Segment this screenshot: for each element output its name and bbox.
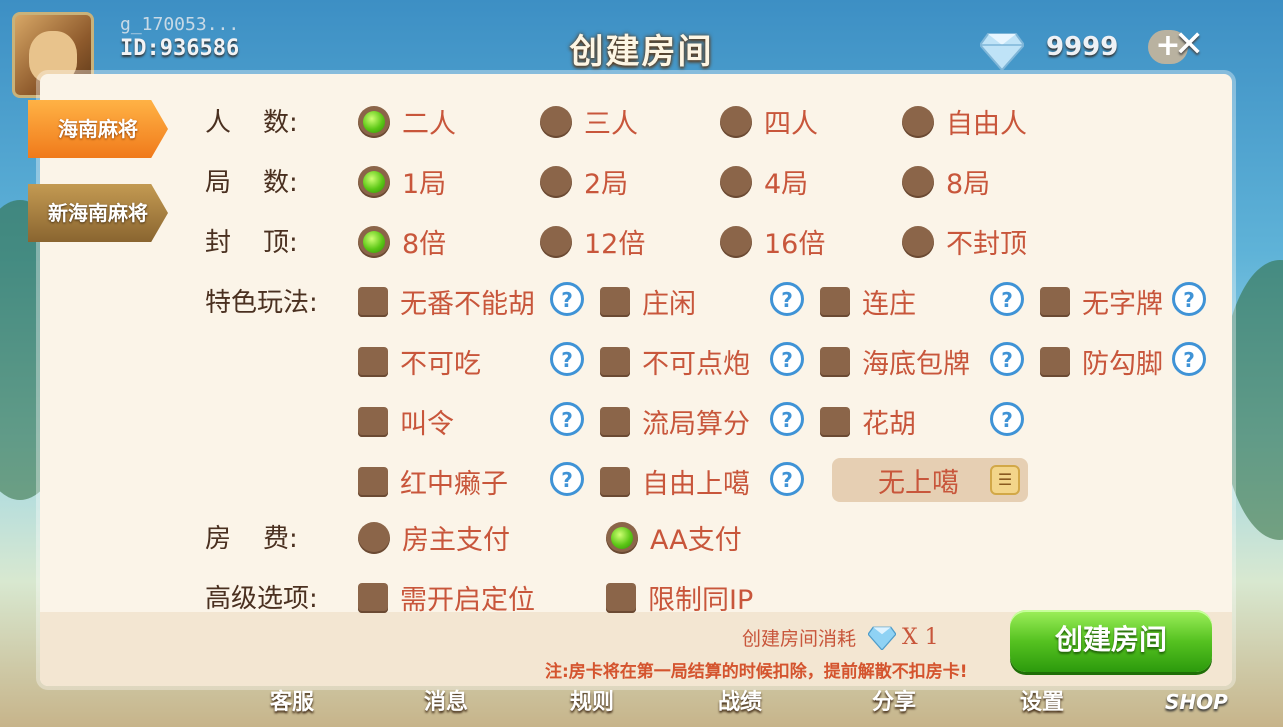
help-icon[interactable]: ? (550, 282, 584, 316)
help-icon[interactable]: ? (1172, 342, 1206, 376)
rounds-option-2[interactable]: 2局 (540, 162, 628, 201)
rounds-option-4[interactable]: 4局 (720, 162, 808, 201)
radio-button[interactable] (720, 105, 752, 138)
radio-button[interactable] (902, 105, 934, 138)
players-option-4[interactable]: 四人 (720, 102, 818, 141)
rule-checkbox[interactable]: 不可点炮 (600, 342, 750, 381)
cap-option-16x[interactable]: 16倍 (720, 222, 825, 261)
cap-label: 封顶: (205, 228, 298, 258)
require-location-checkbox[interactable]: 需开启定位 (358, 578, 535, 617)
nav-settings[interactable]: 设置 (1020, 684, 1064, 716)
diamond-icon (980, 33, 1024, 70)
radio-button[interactable] (358, 165, 390, 198)
help-icon[interactable]: ? (990, 342, 1024, 376)
checkbox[interactable] (820, 346, 850, 377)
dropdown-value: 无上噶 (878, 467, 959, 499)
rule-checkbox[interactable]: 防勾脚 (1040, 342, 1163, 381)
rounds-option-1[interactable]: 1局 (358, 162, 446, 201)
nav-records[interactable]: 战绩 (718, 684, 762, 716)
players-option-2[interactable]: 二人 (358, 102, 456, 141)
rule-checkbox[interactable]: 叫令 (358, 402, 454, 441)
help-icon[interactable]: ? (770, 402, 804, 436)
room-cost: 创建房间消耗 X 1 (742, 624, 939, 651)
radio-button[interactable] (720, 165, 752, 198)
radio-button[interactable] (540, 225, 572, 258)
rule-checkbox[interactable]: 红中癞子 (358, 462, 508, 501)
nav-messages[interactable]: 消息 (424, 684, 468, 716)
radio-button[interactable] (606, 521, 638, 554)
rule-checkbox[interactable]: 流局算分 (600, 402, 750, 441)
fee-label: 房费: (205, 524, 298, 554)
help-icon[interactable]: ? (550, 402, 584, 436)
players-option-3[interactable]: 三人 (540, 102, 638, 141)
checkbox[interactable] (820, 406, 850, 437)
radio-button[interactable] (720, 225, 752, 258)
radio-button[interactable] (540, 165, 572, 198)
limit-same-ip-checkbox[interactable]: 限制同IP (606, 578, 753, 617)
radio-button[interactable] (902, 225, 934, 258)
cap-option-none[interactable]: 不封顶 (902, 222, 1027, 261)
checkbox[interactable] (358, 466, 388, 497)
rule-checkbox[interactable]: 连庄 (820, 282, 916, 321)
checkbox[interactable] (1040, 346, 1070, 377)
nav-rules[interactable]: 规则 (570, 684, 614, 716)
rule-checkbox[interactable]: 不可吃 (358, 342, 481, 381)
rule-checkbox[interactable]: 无字牌 (1040, 282, 1163, 321)
special-rules-label: 特色玩法: (205, 288, 318, 318)
players-option-free[interactable]: 自由人 (902, 102, 1027, 141)
checkbox[interactable] (600, 346, 630, 377)
cost-multiplier: X 1 (902, 625, 939, 650)
list-icon: ☰ (990, 465, 1020, 495)
advanced-label: 高级选项: (205, 584, 318, 614)
players-label: 人数: (205, 108, 298, 138)
nav-share[interactable]: 分享 (872, 684, 916, 716)
gem-count: 9999 (1046, 32, 1119, 62)
fee-option-aa[interactable]: AA支付 (606, 518, 742, 557)
radio-button[interactable] (358, 225, 390, 258)
checkbox[interactable] (600, 286, 630, 317)
rule-checkbox[interactable]: 花胡 (820, 402, 916, 441)
diamond-icon (868, 626, 897, 650)
help-icon[interactable]: ? (1172, 282, 1206, 316)
help-icon[interactable]: ? (770, 462, 804, 496)
cost-note: 注:房卡将在第一局结算的时候扣除，提前解散不扣房卡! (545, 662, 968, 682)
fee-option-owner[interactable]: 房主支付 (358, 518, 510, 557)
checkbox[interactable] (820, 286, 850, 317)
help-icon[interactable]: ? (770, 282, 804, 316)
radio-button[interactable] (540, 105, 572, 138)
checkbox[interactable] (358, 582, 388, 613)
radio-button[interactable] (902, 165, 934, 198)
shop-button[interactable]: SHOP (1165, 690, 1228, 714)
checkbox[interactable] (606, 582, 636, 613)
shang-ga-dropdown[interactable]: 无上噶 ☰ (832, 458, 1028, 502)
checkbox[interactable] (1040, 286, 1070, 317)
tab-hainan-mahjong[interactable]: 海南麻将 (28, 100, 168, 158)
rounds-label: 局数: (205, 168, 298, 198)
nav-customer-service[interactable]: 客服 (270, 684, 314, 716)
rounds-option-8[interactable]: 8局 (902, 162, 990, 201)
top-bar: g_170053... ID:936586 创建房间 9999 + ✕ (0, 0, 1283, 98)
radio-button[interactable] (358, 521, 390, 554)
radio-button[interactable] (358, 105, 390, 138)
checkbox[interactable] (600, 466, 630, 497)
cap-option-8x[interactable]: 8倍 (358, 222, 446, 261)
help-icon[interactable]: ? (990, 282, 1024, 316)
cost-label: 创建房间消耗 (742, 628, 857, 650)
help-icon[interactable]: ? (550, 342, 584, 376)
help-icon[interactable]: ? (990, 402, 1024, 436)
rule-checkbox[interactable]: 自由上噶 (600, 462, 750, 501)
rule-checkbox[interactable]: 海底包牌 (820, 342, 970, 381)
tab-new-hainan-mahjong[interactable]: 新海南麻将 (28, 184, 168, 242)
cap-option-12x[interactable]: 12倍 (540, 222, 645, 261)
checkbox[interactable] (358, 346, 388, 377)
help-icon[interactable]: ? (550, 462, 584, 496)
checkbox[interactable] (358, 406, 388, 437)
help-icon[interactable]: ? (770, 342, 804, 376)
checkbox[interactable] (600, 406, 630, 437)
checkbox[interactable] (358, 286, 388, 317)
rule-checkbox[interactable]: 无番不能胡 (358, 282, 535, 321)
close-icon[interactable]: ✕ (1174, 24, 1204, 65)
rule-checkbox[interactable]: 庄闲 (600, 282, 696, 321)
create-room-button[interactable]: 创建房间 (1010, 610, 1212, 672)
